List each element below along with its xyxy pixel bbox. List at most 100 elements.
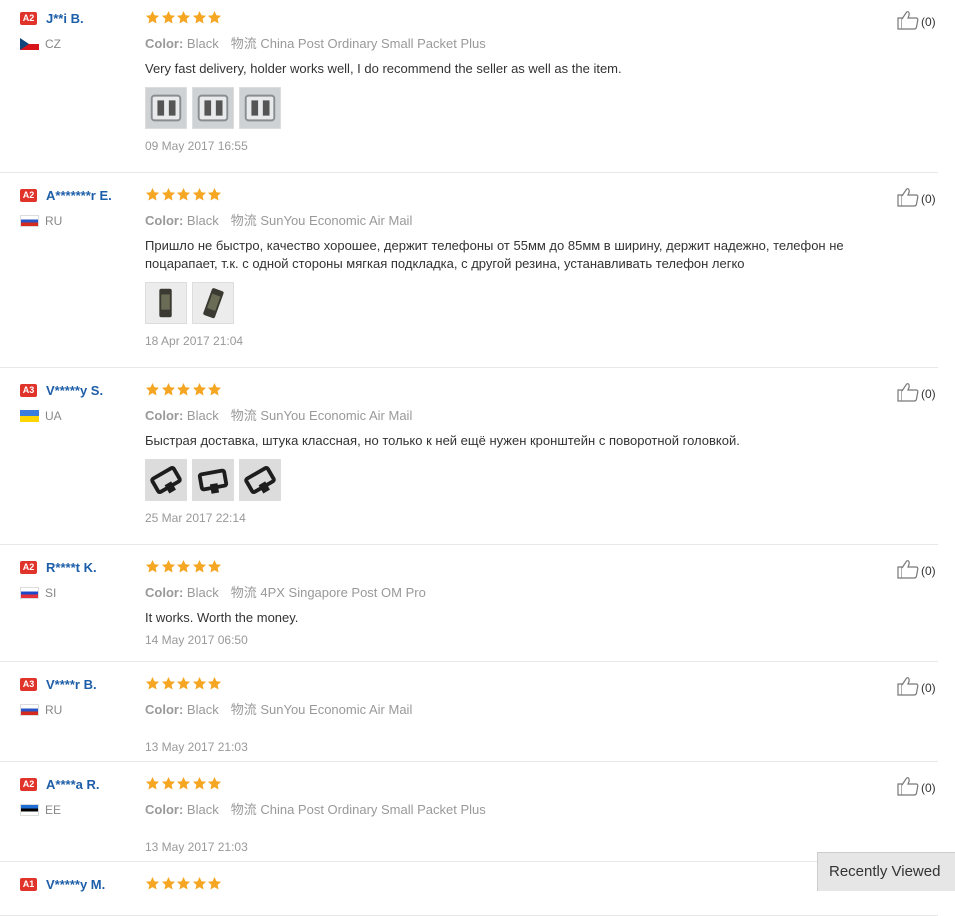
star-icon: [176, 559, 192, 575]
country-code: RU: [45, 703, 63, 717]
review-photo-thumbnail[interactable]: [239, 459, 281, 501]
review-photo-thumbnail[interactable]: [192, 87, 234, 129]
color-label: Color:: [145, 802, 184, 817]
reviewer-info: A1 V*****y M.: [20, 876, 140, 892]
buyer-level-badge: A3: [20, 677, 37, 691]
star-icon: [176, 382, 192, 398]
color-label: Color:: [145, 702, 184, 717]
review-date: 13 May 2017 21:03: [145, 740, 248, 754]
star-rating: [145, 187, 885, 203]
buyer-level-badge: A2: [20, 11, 37, 25]
helpful-button[interactable]: (0): [896, 382, 936, 405]
thumbs-up-icon: [896, 776, 921, 799]
review-photo-thumbnail[interactable]: [145, 459, 187, 501]
helpful-count: (0): [921, 386, 936, 401]
recently-viewed-button[interactable]: Recently Viewed: [817, 852, 955, 891]
star-icon: [161, 676, 177, 692]
star-icon: [192, 10, 208, 26]
helpful-button[interactable]: (0): [896, 187, 936, 210]
star-icon: [207, 187, 223, 203]
review-date: 13 May 2017 21:03: [145, 840, 248, 854]
helpful-count: (0): [921, 14, 936, 29]
thumbs-up-icon: [896, 382, 921, 405]
review-item: A3 V*****y S. UA Color: Black 物流 SunYou Econ…: [0, 382, 938, 545]
color-label: Color:: [145, 213, 184, 228]
thumbs-up-icon: [896, 187, 921, 210]
review-photo-thumbnail[interactable]: [239, 87, 281, 129]
review-photos: [145, 87, 885, 129]
reviewer-info: A3 V*****y S. UA: [20, 382, 140, 423]
helpful-button[interactable]: (0): [896, 776, 936, 799]
helpful-count: (0): [921, 680, 936, 695]
review-text: Быстрая доставка, штука классная, но тол…: [145, 433, 740, 448]
review-item: A2 A****a R. EE Color: Black 物流 China Post O…: [0, 776, 938, 862]
star-rating: [145, 876, 885, 892]
review-photo-thumbnail[interactable]: [192, 282, 234, 324]
reviewer-name[interactable]: V*****y S.: [46, 383, 103, 398]
color-value: Black: [186, 585, 219, 600]
country-code: EE: [45, 803, 62, 817]
star-icon: [145, 676, 161, 692]
country-code: CZ: [45, 37, 61, 51]
star-icon: [161, 187, 177, 203]
country-flag-icon: [20, 215, 39, 227]
review-item: A2 A*******r E. RU Color: Black 物流 SunYou Ec…: [0, 187, 938, 368]
reviewer-name[interactable]: R****t K.: [46, 560, 97, 575]
reviewer-info: A2 A*******r E. RU: [20, 187, 140, 228]
star-icon: [192, 876, 208, 892]
helpful-button[interactable]: (0): [896, 676, 936, 699]
star-icon: [161, 776, 177, 792]
color-value: Black: [186, 36, 219, 51]
color-label: Color:: [145, 585, 184, 600]
helpful-count: (0): [921, 563, 936, 578]
color-value: Black: [186, 702, 219, 717]
star-icon: [192, 776, 208, 792]
reviewer-name[interactable]: V****r B.: [46, 677, 97, 692]
thumbs-up-icon: [896, 559, 921, 582]
star-icon: [145, 187, 161, 203]
star-rating: [145, 676, 885, 692]
review-photo-thumbnail[interactable]: [145, 87, 187, 129]
star-icon: [192, 676, 208, 692]
review-text: Very fast delivery, holder works well, I…: [145, 61, 622, 76]
star-rating: [145, 382, 885, 398]
review-item: A3 V****r B. RU Color: Black 物流 SunYou Econo…: [0, 676, 938, 762]
review-photo-thumbnail[interactable]: [192, 459, 234, 501]
order-info: Color: Black 物流 4PX Singapore Post OM Pro: [145, 582, 885, 601]
helpful-button[interactable]: (0): [896, 559, 936, 582]
star-icon: [207, 776, 223, 792]
star-icon: [192, 187, 208, 203]
review-date: 18 Apr 2017 21:04: [145, 334, 244, 348]
star-icon: [176, 876, 192, 892]
review-text: Пришло не быстро, качество хорошее, держ…: [145, 238, 844, 271]
order-info: Color: Black 物流 SunYou Economic Air Mail: [145, 210, 885, 229]
order-info: Color: Black 物流 SunYou Economic Air Mail: [145, 405, 885, 424]
helpful-button[interactable]: (0): [896, 10, 936, 33]
review-date: 09 May 2017 16:55: [145, 139, 248, 153]
color-value: Black: [186, 802, 219, 817]
shipping-method: 4PX Singapore Post OM Pro: [260, 585, 426, 600]
star-icon: [207, 676, 223, 692]
buyer-level-badge: A1: [20, 877, 37, 891]
star-icon: [207, 559, 223, 575]
reviewer-info: A2 A****a R. EE: [20, 776, 140, 817]
country-flag-icon: [20, 587, 39, 599]
review-photos: [145, 459, 885, 501]
thumbs-up-icon: [896, 10, 921, 33]
buyer-level-badge: A2: [20, 777, 37, 791]
helpful-count: (0): [921, 780, 936, 795]
country-code: UA: [45, 409, 62, 423]
color-value: Black: [186, 408, 219, 423]
review-item: A2 J**i B. CZ Color: Black 物流 China Post Ord…: [0, 10, 938, 173]
reviewer-info: A2 R****t K. SI: [20, 559, 140, 600]
reviewer-name[interactable]: A****a R.: [46, 777, 99, 792]
shipping-method: China Post Ordinary Small Packet Plus: [260, 802, 486, 817]
country-code: RU: [45, 214, 63, 228]
reviewer-name[interactable]: V*****y M.: [46, 877, 105, 892]
star-icon: [176, 676, 192, 692]
star-icon: [145, 776, 161, 792]
reviewer-name[interactable]: J**i B.: [46, 11, 84, 26]
reviewer-name[interactable]: A*******r E.: [46, 188, 112, 203]
review-date: 25 Mar 2017 22:14: [145, 511, 246, 525]
review-photo-thumbnail[interactable]: [145, 282, 187, 324]
